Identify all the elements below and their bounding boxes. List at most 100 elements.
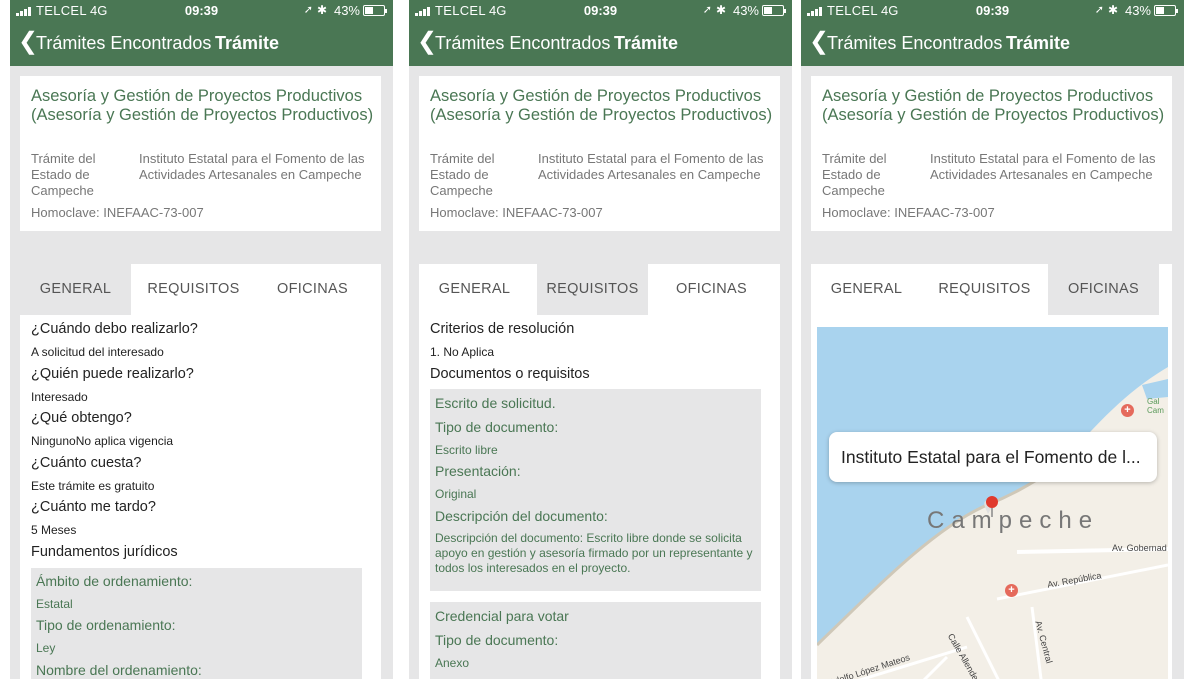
field-value: Ley (36, 641, 56, 655)
bluetooth-icon: ✱ (1107, 3, 1118, 17)
tab-requisitos[interactable]: REQUISITOS (929, 264, 1040, 315)
tramite-institution: Instituto Estatal para el Fomento de las… (139, 151, 365, 182)
tramite-name: Asesoría y Gestión de Proyectos Producti… (430, 87, 773, 124)
tab-general[interactable]: GENERAL (419, 264, 530, 315)
status-bar: TELCEL 4G 09:39 ➚ ✱ 43% (10, 3, 393, 19)
street-label: Av. Gobernad (1112, 543, 1167, 553)
screen-requisitos: TELCEL 4G 09:39 ➚ ✱ 43% ❮ Trámites Encon… (409, 0, 792, 679)
document-box: Credencial para votar Tipo de documento:… (430, 602, 761, 679)
field-label: Tipo de documento: (435, 419, 559, 435)
tramite-card: Asesoría y Gestión de Proyectos Producti… (20, 76, 381, 231)
tab-requisitos[interactable]: REQUISITOS (537, 264, 648, 315)
field-label: Nombre del ordenamiento: (36, 662, 202, 678)
document-title: Escrito de solicitud. (435, 395, 556, 411)
question-label: ¿Qué obtengo? (31, 410, 132, 426)
status-bar: TELCEL 4G 09:39 ➚ ✱ 43% (409, 3, 792, 19)
answer-text: A solicitud del interesado (31, 345, 164, 359)
city-label: Campeche (927, 507, 1100, 534)
back-button[interactable]: Trámites Encontrados (435, 33, 610, 54)
app-header: TELCEL 4G 09:39 ➚ ✱ 43% ❮ Trámites Encon… (801, 0, 1184, 66)
location-icon: ➚ (1094, 4, 1104, 16)
tramite-type: Trámite del Estado de Campeche (430, 151, 495, 198)
fundamento-box: Ámbito de ordenamiento: Estatal Tipo de … (31, 568, 362, 679)
question-label: ¿Cuánto me tardo? (31, 499, 156, 515)
battery-icon (363, 5, 387, 16)
field-label: Tipo de ordenamiento: (36, 617, 176, 633)
field-value: Original (435, 487, 477, 501)
answer-text: 5 Meses (31, 523, 77, 537)
tramite-institution: Instituto Estatal para el Fomento de las… (538, 151, 764, 182)
battery-icon (762, 5, 786, 16)
tramite-card: Asesoría y Gestión de Proyectos Producti… (419, 76, 780, 231)
app-header: TELCEL 4G 09:39 ➚ ✱ 43% ❮ Trámites Encon… (10, 0, 393, 66)
document-box: Escrito de solicitud. Tipo de documento:… (430, 389, 761, 591)
answer-text: Interesado (31, 390, 88, 404)
answer-text: Este trámite es gratuito (31, 479, 155, 493)
homoclave: Homoclave: INEFAAC-73-007 (31, 205, 204, 220)
field-value: Estatal (36, 597, 73, 611)
office-callout[interactable]: Instituto Estatal para el Fomento de l..… (829, 432, 1157, 482)
status-bar: TELCEL 4G 09:39 ➚ ✱ 43% (801, 3, 1184, 19)
field-value: Anexo (435, 656, 470, 670)
screen-oficinas: TELCEL 4G 09:39 ➚ ✱ 43% ❮ Trámites Encon… (801, 0, 1184, 679)
app-header: TELCEL 4G 09:39 ➚ ✱ 43% ❮ Trámites Encon… (409, 0, 792, 66)
field-label: Presentación: (435, 463, 521, 479)
location-icon: ➚ (303, 4, 313, 16)
map-canvas (817, 327, 1168, 679)
office-map[interactable]: + + Gal Cam Campeche Av. Gobernad Av. Re… (817, 327, 1168, 679)
hospital-icon: + (1005, 584, 1018, 597)
tab-panel: GENERAL REQUISITOS OFICINAS Criterios de… (419, 264, 780, 679)
criterio-value: 1. No Aplica (430, 345, 495, 359)
bluetooth-icon: ✱ (715, 3, 726, 17)
field-label: Tipo de documento: (435, 632, 559, 648)
page-title: Trámite (215, 33, 280, 53)
tramite-type: Trámite del Estado de Campeche (31, 151, 96, 198)
tab-general[interactable]: GENERAL (811, 264, 922, 315)
battery-percent: 43% (333, 3, 360, 18)
tab-general[interactable]: GENERAL (20, 264, 131, 315)
tab-bar: GENERAL REQUISITOS OFICINAS (811, 264, 1172, 315)
answer-text: NingunoNo aplica vigencia (31, 434, 174, 448)
tab-oficinas[interactable]: OFICINAS (1048, 264, 1159, 315)
tab-panel: GENERAL REQUISITOS OFICINAS ¿Cuándo debo… (20, 264, 381, 679)
tramite-institution: Instituto Estatal para el Fomento de las… (930, 151, 1156, 182)
homoclave: Homoclave: INEFAAC-73-007 (822, 205, 995, 220)
section-title: Fundamentos jurídicos (31, 544, 178, 560)
question-label: ¿Cuándo debo realizarlo? (31, 321, 198, 337)
tramite-name: Asesoría y Gestión de Proyectos Producti… (31, 87, 374, 124)
back-button[interactable]: Trámites Encontrados (36, 33, 211, 54)
page-title: Trámite (614, 33, 679, 53)
section-title: Documentos o requisitos (430, 366, 590, 382)
tramite-type: Trámite del Estado de Campeche (822, 151, 887, 198)
tab-bar: GENERAL REQUISITOS OFICINAS (419, 264, 780, 315)
tramite-name: Asesoría y Gestión de Proyectos Producti… (822, 87, 1165, 124)
screen-general: TELCEL 4G 09:39 ➚ ✱ 43% ❮ Trámites Encon… (10, 0, 393, 679)
question-label: ¿Cuánto cuesta? (31, 455, 142, 471)
sea-area (817, 327, 1168, 645)
document-title: Credencial para votar (435, 608, 569, 624)
nav-bar: ❮ Trámites Encontrados Trámite (10, 28, 393, 58)
tab-oficinas[interactable]: OFICINAS (257, 264, 368, 315)
tab-panel: GENERAL REQUISITOS OFICINAS + + Gal Cam … (811, 264, 1172, 679)
field-label: Descripción del documento: (435, 508, 608, 524)
nav-bar: ❮ Trámites Encontrados Trámite (801, 28, 1184, 58)
battery-percent: 43% (732, 3, 759, 18)
section-title: Criterios de resolución (430, 321, 575, 337)
field-value: Descripción del documento: Escrito libre… (435, 531, 753, 575)
battery-icon (1154, 5, 1178, 16)
homoclave: Homoclave: INEFAAC-73-007 (430, 205, 603, 220)
lagoon-area (1142, 379, 1168, 399)
tramite-card: Asesoría y Gestión de Proyectos Producti… (811, 76, 1172, 231)
field-value: Escrito libre (435, 443, 498, 457)
back-button[interactable]: Trámites Encontrados (827, 33, 1002, 54)
page-title: Trámite (1006, 33, 1071, 53)
location-icon: ➚ (702, 4, 712, 16)
question-label: ¿Quién puede realizarlo? (31, 366, 194, 382)
bluetooth-icon: ✱ (316, 3, 327, 17)
poi-label: Gal Cam (1147, 397, 1164, 415)
tab-oficinas[interactable]: OFICINAS (656, 264, 767, 315)
battery-percent: 43% (1124, 3, 1151, 18)
tab-requisitos[interactable]: REQUISITOS (138, 264, 249, 315)
field-label: Ámbito de ordenamiento: (36, 573, 193, 589)
hospital-icon: + (1121, 404, 1134, 417)
